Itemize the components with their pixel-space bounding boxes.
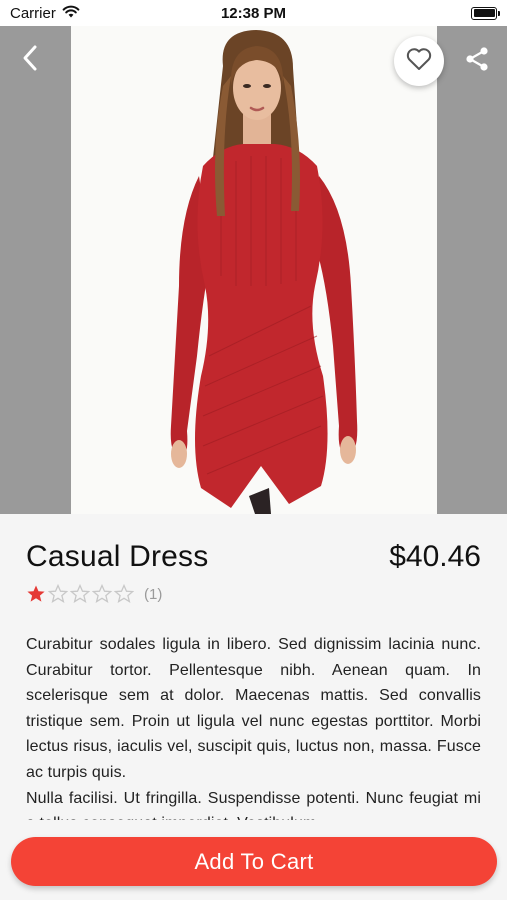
back-button[interactable] [12, 42, 48, 78]
add-to-cart-button[interactable]: Add To Cart [11, 837, 497, 886]
share-icon [464, 46, 490, 77]
share-button[interactable] [458, 42, 496, 80]
title-row: Casual Dress $40.46 [26, 540, 481, 574]
wifi-icon [62, 5, 80, 22]
star-empty-icon [114, 584, 134, 603]
heart-outline-icon [405, 46, 433, 77]
star-filled-icon [27, 585, 45, 602]
star-empty-icon [70, 584, 90, 603]
product-image-gallery[interactable] [0, 26, 507, 514]
star-empty-icon [48, 584, 68, 603]
rating: (1) [26, 584, 162, 604]
star-empty-icon [92, 584, 112, 603]
product-price: $40.46 [389, 540, 481, 573]
chevron-left-icon [20, 44, 40, 77]
description-paragraph: Curabitur sodales ligula in libero. Sed … [26, 636, 481, 781]
favorite-button[interactable] [394, 36, 444, 86]
description-paragraph: Nulla facilisi. Ut fringilla. Suspendiss… [26, 789, 481, 820]
product-title: Casual Dress [26, 540, 209, 573]
product-photo [71, 26, 437, 514]
carrier-label: Carrier [10, 4, 56, 22]
battery-icon [471, 6, 500, 20]
product-description[interactable]: Curabitur sodales ligula in libero. Sed … [26, 632, 481, 820]
rating-count: (1) [144, 585, 163, 603]
status-left: Carrier [10, 5, 80, 22]
status-bar: Carrier 12:38 PM [0, 0, 507, 26]
